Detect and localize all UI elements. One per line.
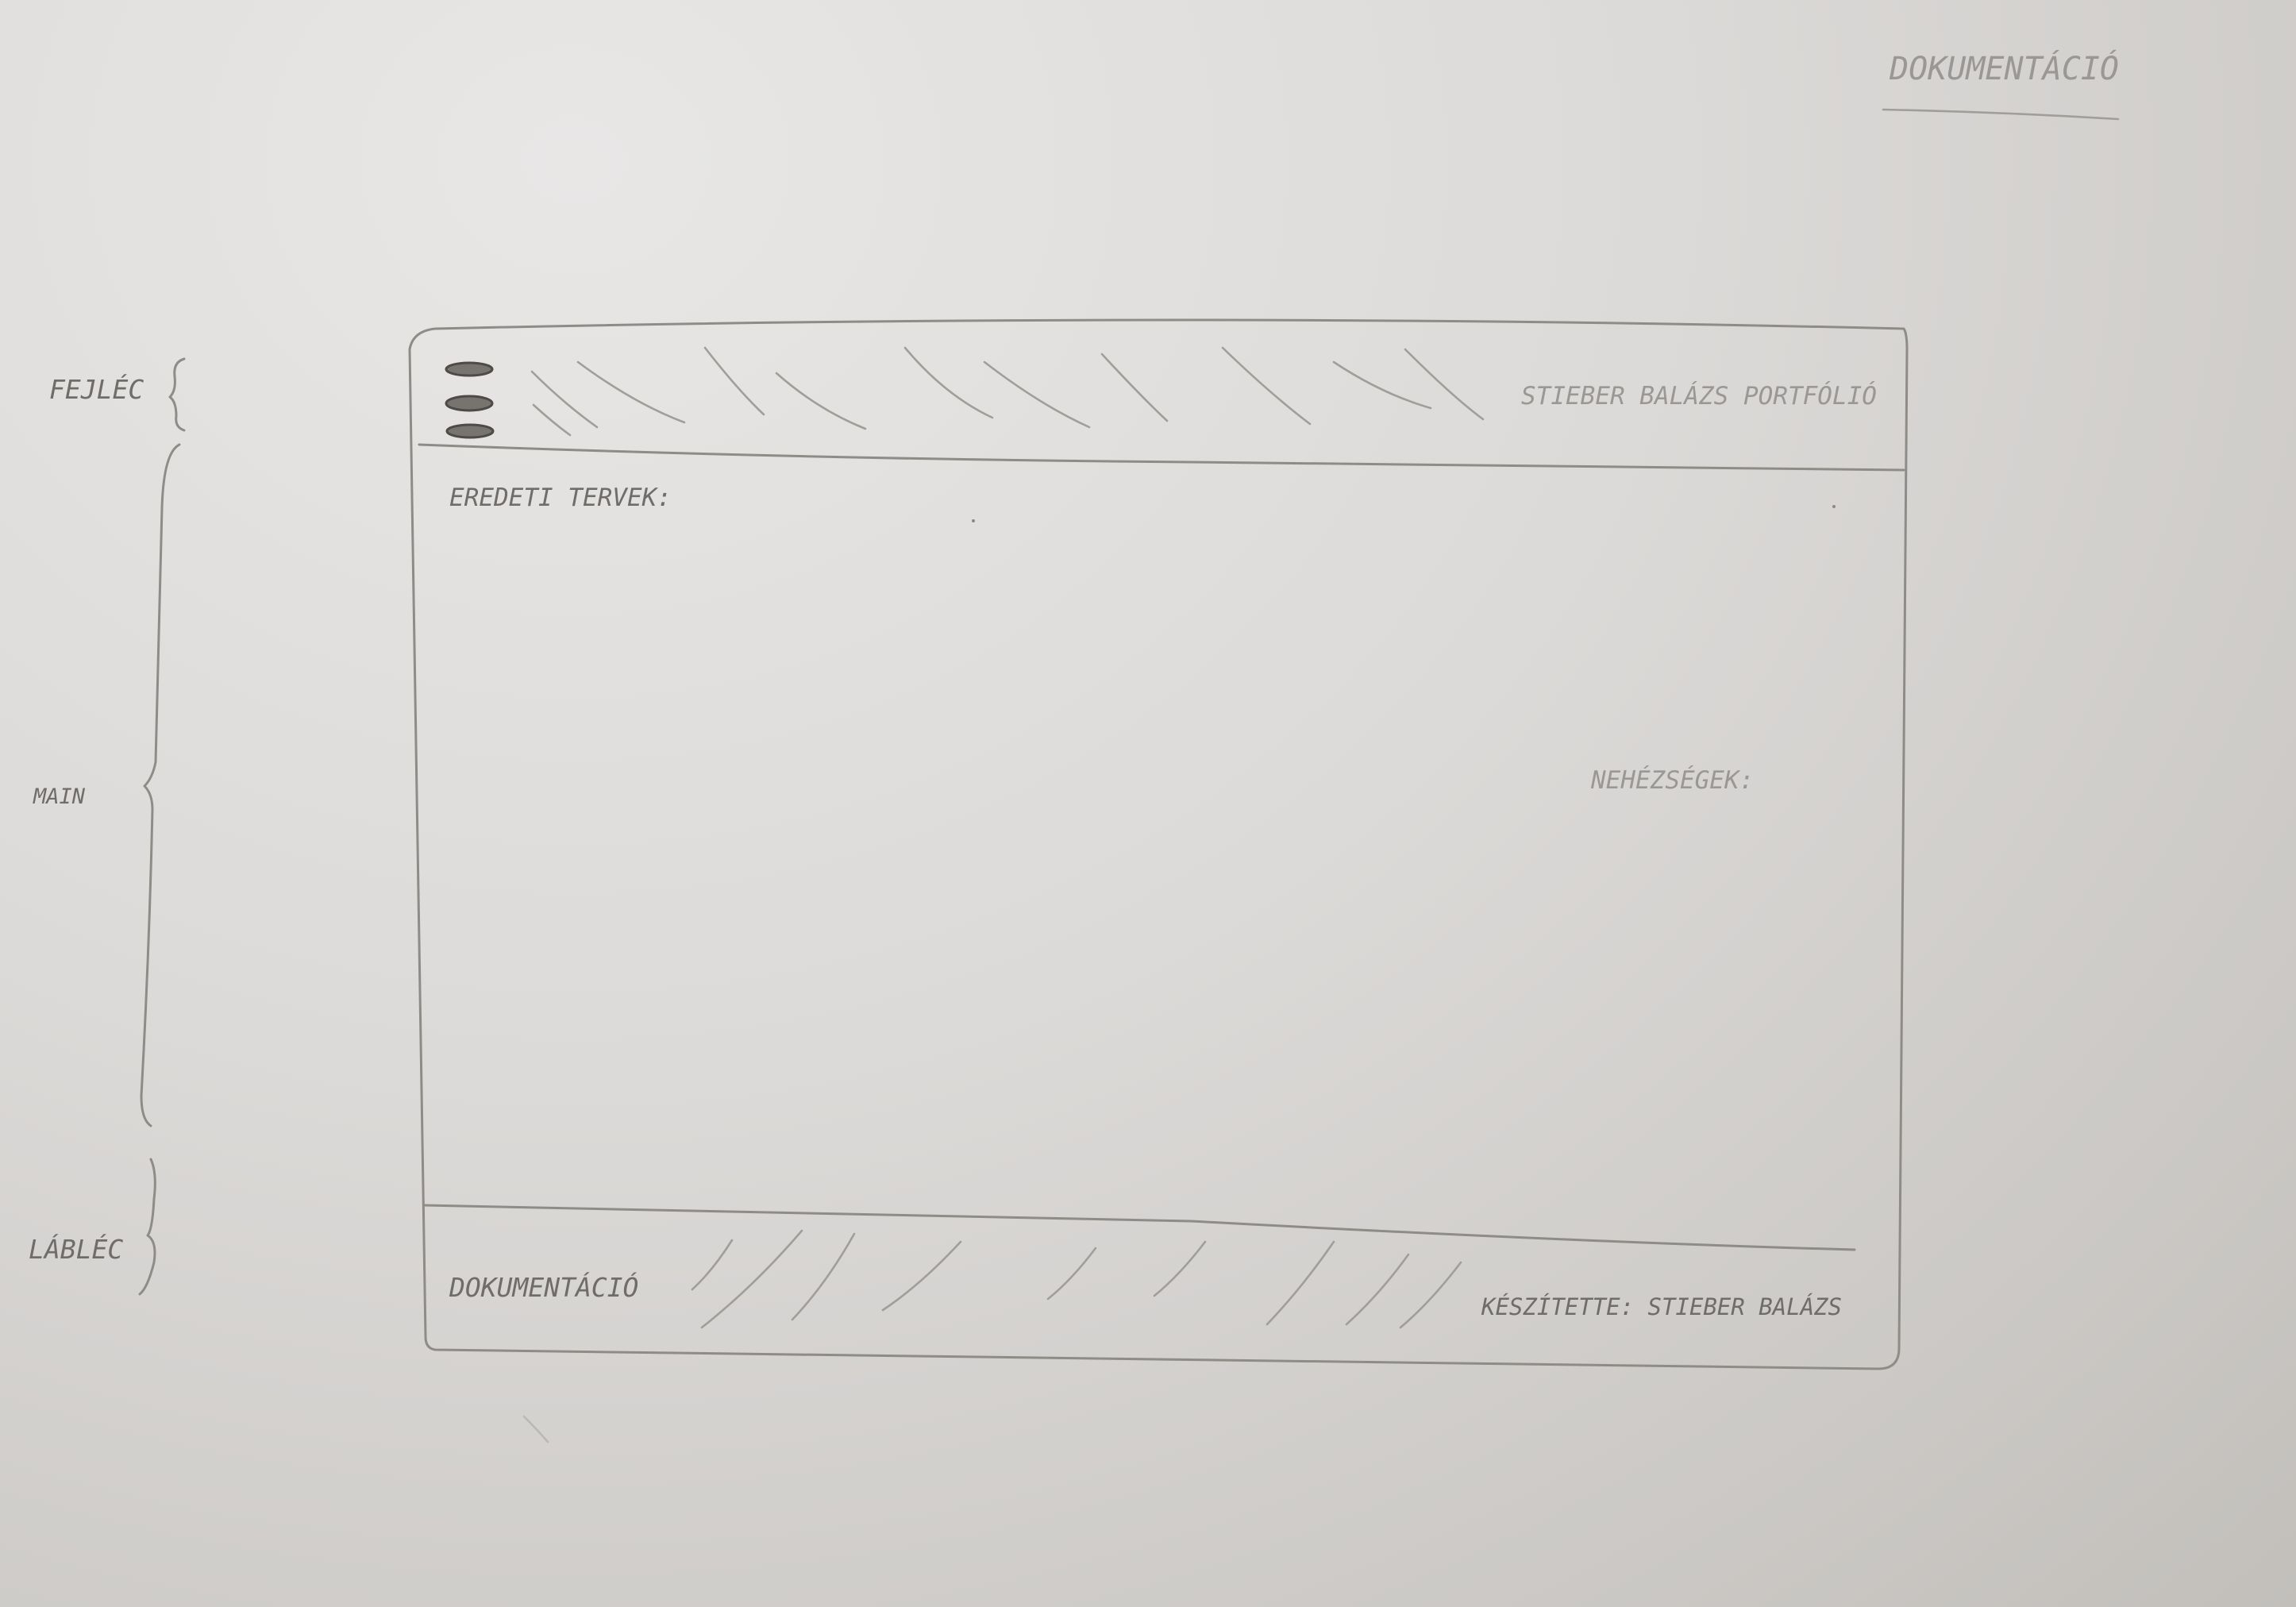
- brace-footer: [138, 1158, 156, 1296]
- pencil-dot: [972, 519, 975, 522]
- header-title: STIEBER BALÁZS PORTFÓLIÓ: [1521, 381, 1877, 410]
- brace-main: [140, 443, 181, 1127]
- brace-header: [168, 357, 186, 432]
- page-heading: DOKUMENTÁCIÓ: [1889, 49, 2119, 87]
- wireframe-sketch: DOKUMENTÁCIÓ STIEBER BALÁZS PORTFÓLIÓ ER…: [29, 49, 2120, 1443]
- label-footer: LÁBLÉC: [29, 1233, 123, 1265]
- original-plans-label: EREDETI TERVEK:: [449, 484, 672, 512]
- footer-divider: [422, 1204, 1856, 1251]
- stray-mark: [522, 1415, 549, 1443]
- difficulties-label: NEHÉZSÉGEK:: [1590, 766, 1754, 795]
- page-heading-underline: [1882, 108, 2120, 121]
- pencil-dot: [1832, 505, 1836, 508]
- footer-credit: KÉSZÍTETTE: STIEBER BALÁZS: [1481, 1293, 1842, 1320]
- wireframe-frame: [408, 318, 1909, 1370]
- header-hatching: [530, 346, 1485, 437]
- header-divider: [418, 443, 1905, 472]
- footer-documentation-link[interactable]: DOKUMENTÁCIÓ: [449, 1271, 638, 1303]
- label-header: FEJLÉC: [49, 373, 144, 405]
- footer-hatching: [691, 1229, 1462, 1329]
- hamburger-menu-icon[interactable]: [445, 361, 495, 439]
- label-main: MAIN: [33, 784, 86, 809]
